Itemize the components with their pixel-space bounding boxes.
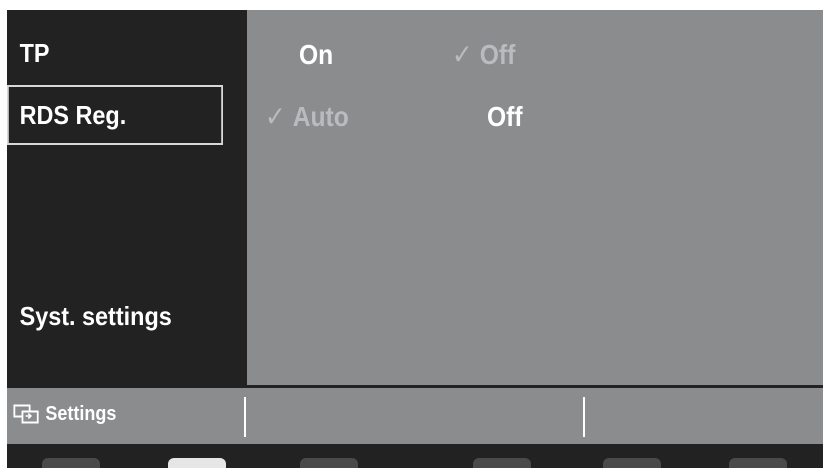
softkey-5[interactable] (603, 458, 661, 468)
options-pane: On ✓ Off ✓ Auto Off (247, 10, 823, 385)
rds-auto-option[interactable]: ✓ Auto (265, 103, 349, 131)
menu-item-rds-reg[interactable]: RDS Reg. (7, 85, 223, 145)
status-label-text: Settings (45, 403, 117, 425)
menu-item-label: TP (19, 38, 50, 68)
menu-item-syst-settings[interactable]: Syst. settings (7, 303, 223, 329)
menu-item-label: Syst. settings (19, 301, 172, 331)
status-bar: Settings (7, 388, 823, 444)
tp-off-option[interactable]: ✓ Off (452, 41, 515, 69)
menu-panel: TP RDS Reg. Syst. settings (7, 10, 247, 385)
display-frame: TP RDS Reg. Syst. settings On ✓ Off ✓ Auto… (7, 10, 823, 468)
rds-auto-label: Auto (292, 101, 349, 132)
softkey-3[interactable] (300, 458, 358, 468)
softkey-1[interactable] (42, 458, 100, 468)
menu-item-label: RDS Reg. (19, 100, 127, 130)
rds-off-option[interactable]: Off (487, 103, 523, 131)
status-divider (244, 397, 246, 437)
menu-item-tp[interactable]: TP (7, 40, 223, 66)
tp-off-label: Off (479, 39, 516, 70)
softkey-row (7, 444, 823, 468)
softkey-2[interactable] (168, 458, 226, 468)
status-divider (583, 397, 585, 437)
softkey-6[interactable] (729, 458, 787, 468)
tp-on-option[interactable]: On (299, 41, 333, 69)
settings-status: Settings (13, 402, 116, 426)
checkmark-icon: ✓ (452, 39, 473, 70)
softkey-4[interactable] (473, 458, 531, 468)
tp-on-label: On (299, 39, 334, 70)
settings-icon (13, 404, 39, 424)
rds-off-label: Off (487, 101, 523, 132)
checkmark-icon: ✓ (265, 101, 286, 132)
